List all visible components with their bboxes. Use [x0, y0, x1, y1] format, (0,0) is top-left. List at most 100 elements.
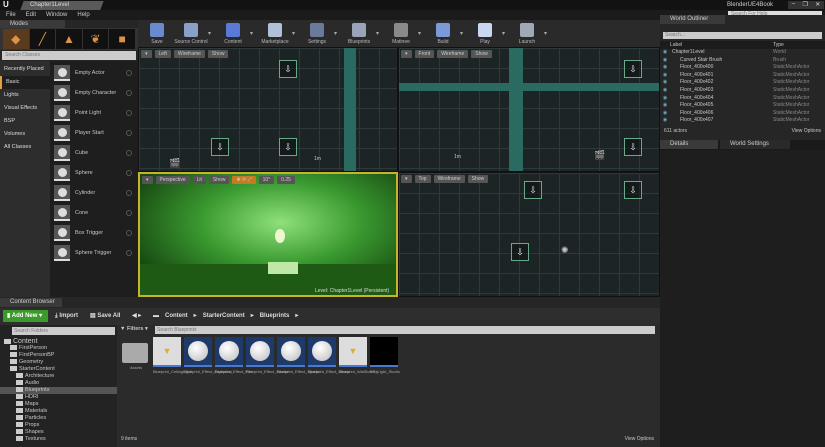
minimize-button[interactable]: ‒ — [792, 1, 795, 9]
save-all-button[interactable]: ▤ Save All — [90, 310, 120, 322]
folder-item[interactable]: Blueprints — [0, 387, 117, 394]
category-visual-effects[interactable]: Visual Effects — [0, 102, 50, 115]
visibility-eye-icon[interactable]: ◉ — [660, 72, 670, 80]
search-folders-input[interactable]: Search Folders — [12, 327, 115, 335]
view-type-button[interactable]: Left — [154, 50, 171, 58]
folder-item[interactable]: Audio — [0, 380, 117, 387]
view-options-button[interactable]: View Options — [792, 128, 821, 134]
category-bsp[interactable]: BSP — [0, 115, 50, 128]
type-column-header[interactable]: Type — [773, 41, 784, 49]
outliner-row[interactable]: ◉ Chapter1Level World — [660, 49, 825, 57]
asset-tile[interactable]: Blueprint_Effect_Explosion — [184, 337, 232, 374]
level-tab[interactable]: Chapter1Level — [20, 1, 104, 10]
view-mode-button[interactable]: Wireframe — [437, 50, 469, 58]
asset-tile[interactable]: BP_Light_Studio — [370, 337, 400, 374]
foliage-mode-icon[interactable]: ❦ — [82, 29, 109, 49]
visibility-eye-icon[interactable]: ◉ — [660, 95, 670, 103]
content-button[interactable]: Content — [216, 20, 250, 47]
view-options-button[interactable]: View Options — [625, 436, 654, 442]
viewport-front[interactable]: ▾ Front Wireframe Show ⇩ ⇩ 🎬 1m — [398, 47, 660, 172]
visibility-eye-icon[interactable]: ◉ — [660, 117, 670, 125]
filters-button[interactable]: ▼ Filters ▾ — [120, 326, 148, 332]
close-button[interactable]: ✕ — [815, 1, 820, 9]
outliner-row[interactable]: ◉ Floor_400x401 StaticMeshActor — [660, 72, 825, 80]
place-item[interactable]: Cube — [50, 143, 138, 163]
visibility-eye-icon[interactable]: ◉ — [660, 79, 670, 87]
actor-icon[interactable]: ⇩ — [279, 138, 297, 156]
place-item[interactable]: Empty Character — [50, 83, 138, 103]
menu-help[interactable]: Help — [77, 10, 89, 20]
import-button[interactable]: ⤓ Import — [55, 310, 78, 322]
place-item[interactable]: Empty Actor — [50, 63, 138, 83]
category-volumes[interactable]: Volumes — [0, 128, 50, 141]
folder-item[interactable]: Maps — [0, 401, 117, 408]
view-type-button[interactable]: Front — [414, 50, 435, 58]
dropdown-arrow-icon[interactable]: ▾ — [460, 20, 468, 47]
viewport-menu-button[interactable]: ▾ — [142, 176, 153, 184]
search-assets-input[interactable]: Search Blueprints — [155, 326, 655, 334]
breadcrumb-content[interactable]: Content — [165, 310, 188, 322]
show-button[interactable]: Show — [467, 175, 489, 183]
maximize-button[interactable]: ❐ — [802, 1, 807, 9]
asset-tile[interactable]: Blueprint_Effect_Fire — [215, 337, 252, 374]
folder-item[interactable]: Particles — [0, 415, 117, 422]
category-basic[interactable]: Basic — [0, 76, 50, 89]
asset-tile[interactable]: ▼ Blueprint_CeilingLight — [153, 337, 192, 374]
save-button[interactable]: Save — [140, 20, 174, 47]
point-light-icon[interactable] — [275, 229, 285, 243]
outliner-row[interactable]: ◉ Floor_400x402 StaticMeshActor — [660, 79, 825, 87]
category-all-classes[interactable]: All Classes — [0, 141, 50, 154]
menu-file[interactable]: File — [6, 10, 16, 20]
folder-item[interactable]: Content — [0, 338, 117, 345]
blueprints-button[interactable]: Blueprints — [342, 20, 376, 47]
geometry-mode-icon[interactable]: ■ — [109, 29, 135, 49]
label-column-header[interactable]: Label — [670, 41, 773, 49]
content-browser-tab[interactable]: Content Browser — [0, 298, 62, 307]
place-item[interactable]: Cone — [50, 203, 138, 223]
visibility-eye-icon[interactable]: ◉ — [660, 110, 670, 118]
details-tab[interactable]: Details — [660, 140, 718, 149]
world-outliner-tab[interactable]: World Outliner — [660, 15, 725, 24]
view-mode-button[interactable]: Wireframe — [433, 175, 465, 183]
folder-item[interactable]: FirstPersonBP — [0, 352, 117, 359]
asset-tile[interactable]: Blueprint_Effect_Steam — [308, 337, 350, 374]
viewport-menu-button[interactable]: ▾ — [401, 50, 412, 58]
category-recently-placed[interactable]: Recently Placed — [0, 63, 50, 76]
asset-tile[interactable]: Blueprint_Effect_Smoke — [246, 337, 289, 374]
dropdown-arrow-icon[interactable]: ▾ — [208, 20, 216, 47]
category-lights[interactable]: Lights — [0, 89, 50, 102]
place-item[interactable]: Sphere — [50, 163, 138, 183]
view-mode-button[interactable]: Lit — [192, 176, 206, 184]
outliner-row[interactable]: ◉ Curved Stair Brush Brush — [660, 57, 825, 65]
actor-icon[interactable]: ⇩ — [624, 60, 642, 78]
settings-button[interactable]: Settings — [300, 20, 334, 47]
viewport-menu-button[interactable]: ▾ — [401, 175, 412, 183]
paint-mode-icon[interactable]: ╱ — [29, 29, 56, 49]
folder-item[interactable]: Architecture — [0, 373, 117, 380]
view-type-button[interactable]: Perspective — [155, 176, 190, 184]
view-type-button[interactable]: Top — [414, 175, 431, 183]
place-item[interactable]: Cylinder — [50, 183, 138, 203]
viewport-left[interactable]: ▾ Left Wireframe Show ⇩ ⇩ ⇩ 🎬 1m — [138, 47, 398, 172]
outliner-row[interactable]: ◉ Floor_400x405 StaticMeshActor — [660, 102, 825, 110]
dropdown-arrow-icon[interactable]: ▾ — [502, 20, 510, 47]
place-item[interactable]: Player Start — [50, 123, 138, 143]
matinee-button[interactable]: Matinee — [384, 20, 418, 47]
launch-button[interactable]: Launch — [510, 20, 544, 47]
folder-item[interactable]: Geometry — [0, 359, 117, 366]
folder-item[interactable]: FirstPerson — [0, 345, 117, 352]
dropdown-arrow-icon[interactable]: ▾ — [418, 20, 426, 47]
viewport-perspective[interactable]: ▾ Perspective Lit Show ✥ ⟳ ⤢ 10° 0.25 Level: C… — [138, 172, 398, 297]
place-item[interactable]: Box Trigger — [50, 223, 138, 243]
folder-item[interactable]: HDRI — [0, 394, 117, 401]
place-item[interactable]: Point Light — [50, 103, 138, 123]
outliner-row[interactable]: ◉ Floor_400x403 StaticMeshActor — [660, 87, 825, 95]
actor-icon[interactable]: ⇩ — [624, 181, 642, 199]
show-button[interactable]: Show — [207, 50, 229, 58]
outliner-row[interactable]: ◉ Floor_400x407 StaticMeshActor — [660, 117, 825, 125]
outliner-search-input[interactable]: Search... — [663, 32, 822, 39]
world-settings-tab[interactable]: World Settings — [720, 140, 790, 149]
menu-edit[interactable]: Edit — [26, 10, 36, 20]
folder-item[interactable]: Props — [0, 422, 117, 429]
asset-tile[interactable]: ▼ Blueprint_WallSconce — [339, 337, 378, 374]
